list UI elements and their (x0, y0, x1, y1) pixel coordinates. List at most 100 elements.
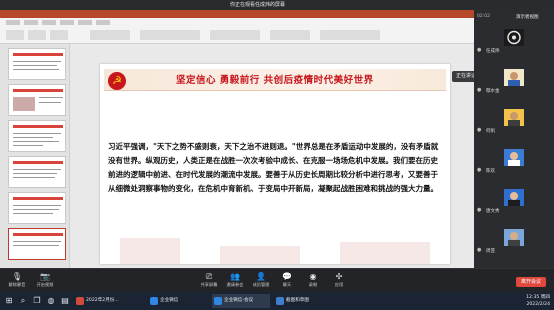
slide-thumbnail (8, 156, 66, 188)
browser-icon[interactable]: ◍ (46, 296, 56, 306)
windows-start-icon[interactable]: ⊞ (4, 296, 14, 306)
apps-icon: ✣ (335, 272, 343, 281)
meeting-toolbar: 🎙 解除静音 📷 开启视频 ⎚ 共享屏幕 👥 邀请参会 👤 成员管理 💬 聊天 … (0, 268, 554, 292)
unmute-label: 解除静音 (8, 282, 26, 287)
members-icon: 👤 (256, 272, 266, 281)
slide-thumbnail (8, 84, 66, 116)
ribbon-group (28, 30, 46, 40)
taskbar-app-label: 企业微信-会议 (224, 298, 254, 303)
folder-icon[interactable]: ▤ (60, 296, 70, 306)
members-button[interactable]: 👤 成员管理 (248, 271, 274, 291)
participant-name: 陈欢 (486, 169, 495, 174)
person-icon (504, 149, 524, 166)
slide-thumbnail-selected (8, 228, 66, 260)
ribbon-tab (78, 20, 92, 25)
share-screen-icon: ⎚ (205, 272, 213, 281)
participant-name: 任成炜 (486, 49, 500, 54)
mic-icon: ● (477, 47, 482, 53)
start-video-button[interactable]: 📷 开启视频 (32, 271, 58, 291)
apps-label: 应用 (334, 282, 344, 287)
task-view-icon[interactable]: ❐ (32, 296, 42, 306)
chat-icon: 💬 (282, 272, 292, 281)
record-button[interactable]: ◉ 录制 (300, 271, 326, 291)
slide-thumbnail (8, 192, 66, 224)
ribbon-tab (96, 20, 110, 25)
participant-tile[interactable]: ● 周芸 (474, 226, 554, 256)
chat-button[interactable]: 💬 聊天 (274, 271, 300, 291)
skyline-decoration (340, 242, 430, 264)
unmute-button[interactable]: 🎙 解除静音 (4, 271, 30, 291)
taskbar-app-meeting[interactable]: 企业微信-会议 (212, 294, 270, 308)
person-icon (504, 229, 524, 246)
slide-thumbnail (8, 120, 66, 152)
ribbon-group (270, 30, 310, 40)
mic-icon: ● (477, 247, 482, 253)
mic-icon: ● (477, 127, 482, 133)
slide-body-text: 习近平强调，"天下之势不盛则衰，天下之治不进则退。"世界总是在矛盾运动中发展的，… (108, 142, 439, 193)
slide-thumbnail-pane (0, 44, 70, 268)
invite-icon: 👥 (230, 272, 240, 281)
participant-name: 鄢水金 (486, 89, 500, 94)
skyline-decoration (120, 238, 180, 264)
taskbar-app-label: 截图和草图 (286, 298, 309, 303)
ribbon-group (210, 30, 260, 40)
powerpoint-icon (76, 297, 84, 305)
taskbar-app-label: 2022年2月份... (86, 298, 119, 303)
search-icon[interactable]: ⌕ (18, 296, 28, 306)
taskbar-app-ppt[interactable]: 2022年2月份... (74, 294, 146, 308)
record-label: 录制 (308, 282, 318, 287)
record-icon: ◉ (309, 272, 317, 281)
ribbon-group (320, 30, 380, 40)
mic-off-icon: 🎙 (11, 272, 23, 281)
camera-off-icon: 📷 (40, 272, 50, 281)
participant-panel: 02:02 演示者视图 ● 任成炜 ● 鄢水金 ● 何帆 ● 陈欢 ● 唐文秀 (474, 10, 554, 268)
slide-thumbnail (8, 48, 66, 80)
taskbar-app-wecom[interactable]: 企业微信 (148, 294, 196, 308)
party-emblem-icon: ☭ (108, 72, 126, 90)
windows-taskbar: ⊞ ⌕ ❐ ◍ ▤ 2022年2月份... 企业微信 企业微信-会议 截图和草图… (0, 292, 554, 310)
participant-tile[interactable]: ● 陈欢 (474, 146, 554, 176)
participant-tile[interactable]: ● 鄢水金 (474, 66, 554, 96)
start-video-label: 开启视频 (36, 282, 54, 287)
taskbar-clock[interactable]: 12:35 周四 2022/2/24 (512, 294, 550, 308)
ribbon-tab (60, 20, 74, 25)
participant-tile[interactable]: ● 唐文秀 (474, 186, 554, 216)
person-icon (504, 189, 524, 206)
clock-time: 12:35 周四 (526, 295, 550, 300)
participant-tile[interactable]: ● 何帆 (474, 106, 554, 136)
shared-screen: ☭ 坚定信心 勇毅前行 共创后疫情时代美好世界 习近平强调，"天下之势不盛则衰，… (0, 10, 474, 268)
wheel-icon (504, 29, 524, 46)
invite-label: 邀请参会 (226, 282, 244, 287)
ribbon-group (90, 30, 130, 40)
meeting-timer: 02:02 (477, 14, 490, 19)
screen: 你正在观看任成炜的屏幕 ☭ 坚定信心 勇毅前行 共创后疫情时代美好世界 习近平强… (0, 0, 554, 310)
clock-date: 2022/2/24 (526, 302, 550, 307)
mic-icon: ● (477, 167, 482, 173)
leave-meeting-button[interactable]: 离开会议 (516, 277, 546, 287)
share-screen-label: 共享屏幕 (200, 282, 218, 287)
apps-button[interactable]: ✣ 应用 (326, 271, 352, 291)
share-screen-button[interactable]: ⎚ 共享屏幕 (196, 271, 222, 291)
presenter-view-label[interactable]: 演示者视图 (516, 14, 539, 20)
taskbar-app-snip[interactable]: 截图和草图 (274, 294, 326, 308)
invite-button[interactable]: 👥 邀请参会 (222, 271, 248, 291)
ribbon-tab (6, 20, 20, 25)
ribbon-group (50, 30, 68, 40)
screen-share-notice: 你正在观看任成炜的屏幕 (0, 0, 554, 10)
participant-tile[interactable]: ● 任成炜 (474, 26, 554, 56)
participant-name: 唐文秀 (486, 209, 500, 214)
members-label: 成员管理 (252, 282, 270, 287)
ppt-title-bar (0, 10, 474, 18)
snip-icon (276, 297, 284, 305)
skyline-decoration (220, 246, 300, 264)
ribbon-group (140, 30, 200, 40)
mic-icon: ● (477, 207, 482, 213)
ribbon-tab (24, 20, 38, 25)
mic-icon: ● (477, 87, 482, 93)
wecom-icon (150, 297, 158, 305)
meeting-icon (214, 297, 222, 305)
participant-name: 何帆 (486, 129, 495, 134)
slide-heading: 坚定信心 勇毅前行 共创后疫情时代美好世界 (176, 75, 374, 86)
participant-name: 周芸 (486, 249, 495, 254)
notice-text: 你正在观看任成炜的屏幕 (230, 2, 286, 8)
